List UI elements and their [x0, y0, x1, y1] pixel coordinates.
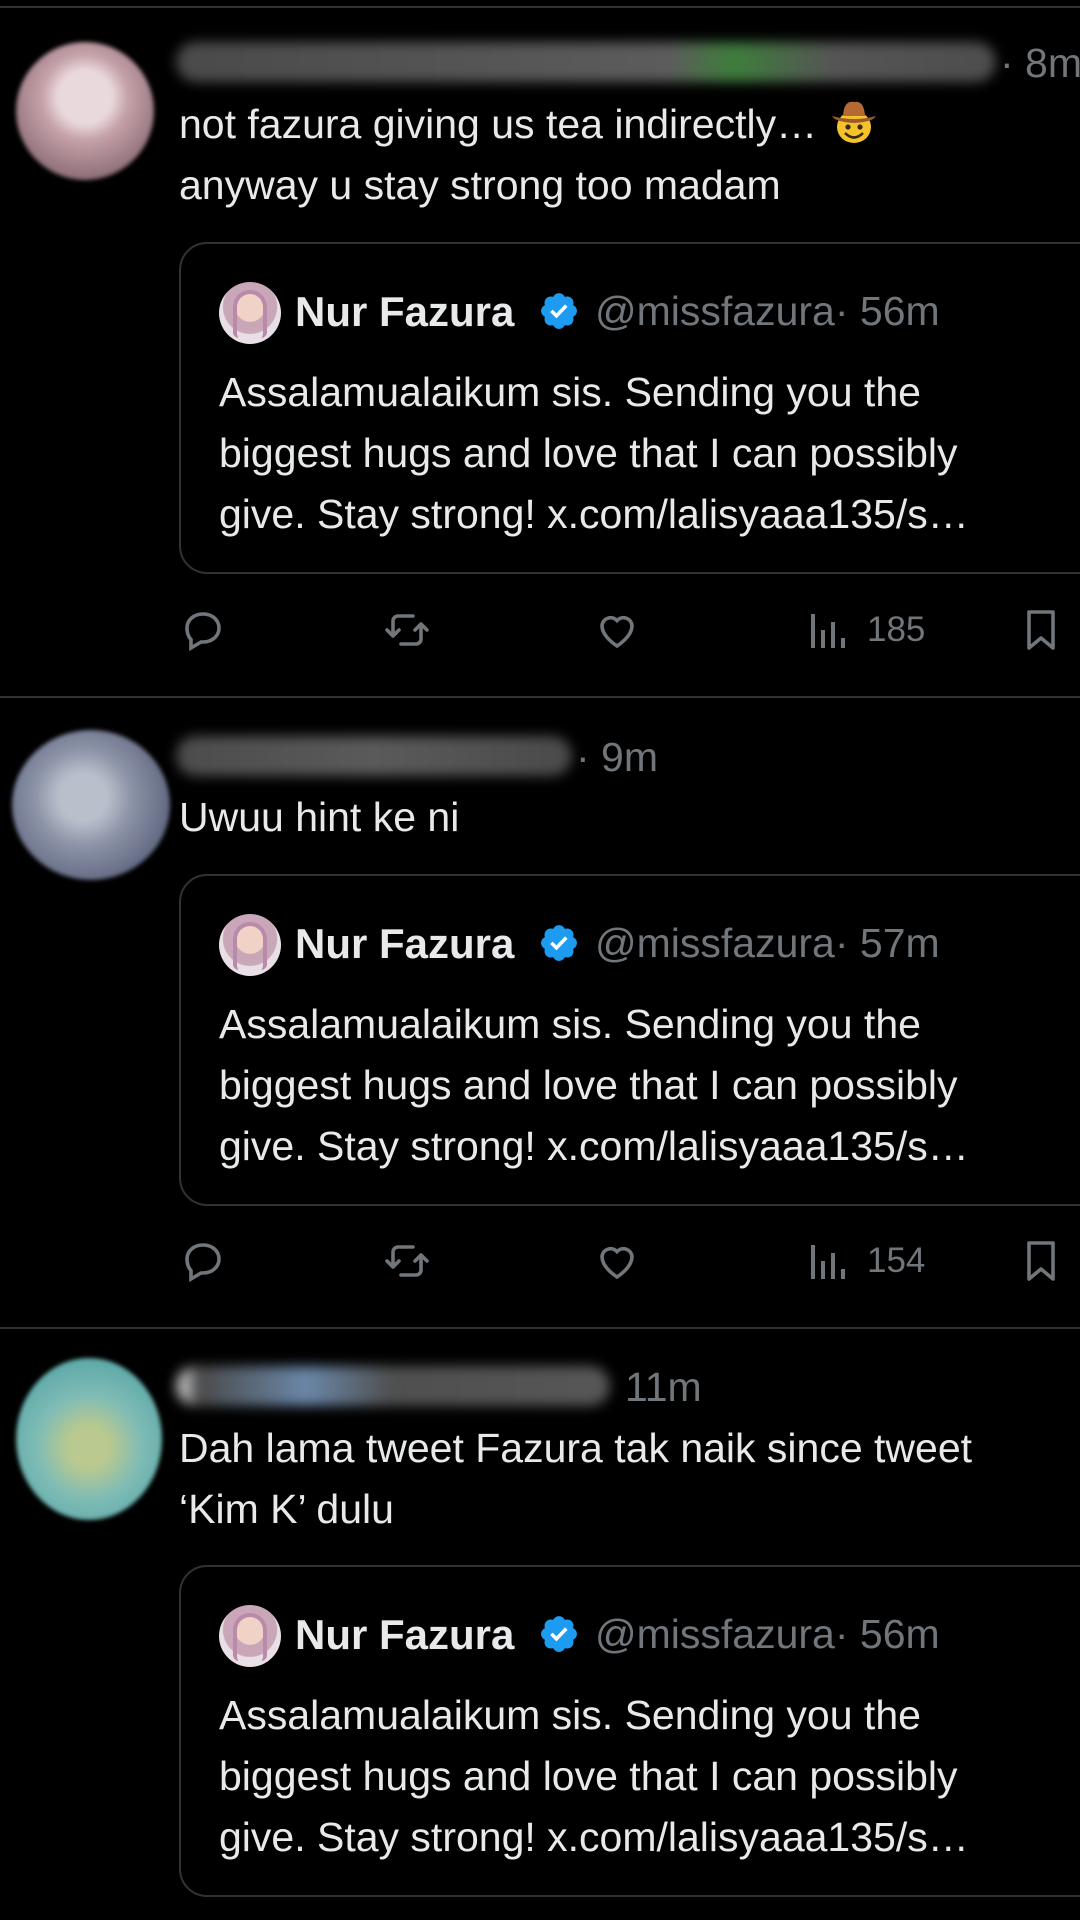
quoted-author-avatar[interactable] [219, 1605, 281, 1667]
reply-post[interactable]: 11m Dah lama tweet Fazura tak naik since… [0, 0, 1080, 1920]
quoted-author-name[interactable]: Nur Fazura [295, 1611, 514, 1659]
post-text-line: Dah lama tweet Fazura tak naik since twe… [179, 1425, 973, 1471]
quoted-text-line: Assalamualaikum sis. Sending you the [219, 1692, 921, 1738]
quoted-post[interactable]: Nur Fazura @missfazura· 56m Assalamualai… [179, 1565, 1080, 1897]
quoted-text-line: give. Stay strong! x.com/lalisyaaa135/s… [219, 1814, 969, 1860]
author-avatar[interactable] [16, 1358, 162, 1520]
post-text-line: ‘Kim K’ dulu [179, 1486, 394, 1532]
verified-badge-icon [541, 1616, 577, 1652]
quoted-text-line: biggest hugs and love that I can possibl… [219, 1753, 958, 1799]
quoted-handle-time[interactable]: @missfazura· 56m [595, 1611, 940, 1658]
author-name-redacted[interactable] [176, 1366, 610, 1406]
post-timestamp[interactable]: 11m [625, 1364, 702, 1411]
